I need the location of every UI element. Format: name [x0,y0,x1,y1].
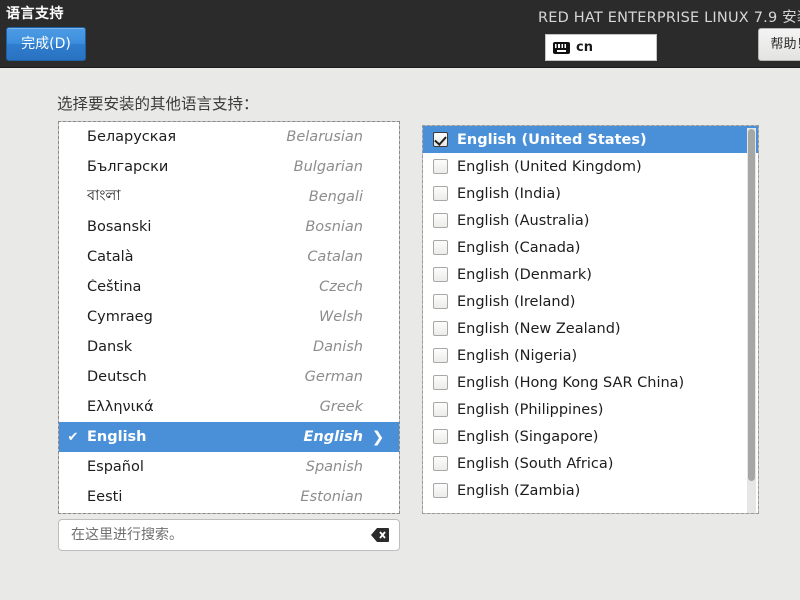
locale-row[interactable]: English (Denmark) [423,261,758,288]
locale-label: English (Hong Kong SAR China) [457,374,685,391]
locale-label: English (Denmark) [457,266,592,283]
language-row[interactable]: CymraegWelsh❯ [59,302,399,332]
language-row[interactable]: DanskDanish❯ [59,332,399,362]
language-row[interactable]: CatalàCatalan❯ [59,242,399,272]
locale-checkbox[interactable] [433,213,448,228]
locale-checkbox[interactable] [433,240,448,255]
chevron-right-icon: ❯ [371,428,385,446]
language-english-name: German [304,369,363,385]
language-native-name: Ελληνικά [87,399,154,415]
locale-row[interactable]: English (Singapore) [423,423,758,450]
locale-row[interactable]: English (Ireland) [423,288,758,315]
language-row[interactable]: ČeštinaCzech❯ [59,272,399,302]
locale-label: English (Zambia) [457,482,581,499]
language-english-name: Czech [319,279,363,295]
locale-label: English (Canada) [457,239,581,256]
locale-checkbox[interactable] [433,483,448,498]
product-brand-title: RED HAT ENTERPRISE LINUX 7.9 安装 [538,10,800,26]
locale-row[interactable]: English (Philippines) [423,396,758,423]
language-native-name: Español [87,459,144,475]
language-list[interactable]: БеларускаяBelarusian❯БългарскиBulgarian❯… [58,121,400,514]
language-row[interactable]: ✔ English English ❯ [59,422,399,452]
keyboard-layout-label: cn [576,40,593,55]
locale-label: English (United Kingdom) [457,158,642,175]
locale-checkbox[interactable] [433,132,448,147]
locale-label: English (Philippines) [457,401,604,418]
language-row[interactable]: ΕλληνικάGreek❯ [59,392,399,422]
locale-checkbox[interactable] [433,267,448,282]
locale-checkbox[interactable] [433,429,448,444]
page-title: 选择要安装的其他语言支持： [57,95,259,113]
locale-row[interactable]: English (New Zealand) [423,315,758,342]
language-native-name: Dansk [87,339,133,355]
language-search-box[interactable] [58,519,400,551]
language-english-name: Bengali [308,189,363,205]
locale-list-scrollbar-thumb[interactable] [748,129,755,481]
language-english-name: Welsh [318,309,363,325]
locale-list[interactable]: English (United States) English (United K… [422,125,759,514]
language-native-name: Bosanski [87,219,152,235]
language-row[interactable]: DeutschGerman❯ [59,362,399,392]
language-native-name: Deutsch [87,369,147,385]
language-english-name: Danish [312,339,363,355]
language-english-name: Estonian [300,489,363,505]
language-row[interactable]: BosanskiBosnian❯ [59,212,399,242]
locale-row[interactable]: English (United States) [423,126,758,153]
language-english-name: Bosnian [305,219,363,235]
language-native-name: Беларуская [87,129,177,145]
language-native-name: Català [87,249,134,265]
language-row[interactable]: БеларускаяBelarusian❯ [59,122,399,152]
language-row[interactable]: БългарскиBulgarian❯ [59,152,399,182]
locale-checkbox[interactable] [433,456,448,471]
language-english-name: Belarusian [286,129,363,145]
search-input[interactable] [59,527,371,543]
language-english-name: Greek [319,399,363,415]
locale-checkbox[interactable] [433,321,448,336]
keyboard-icon [553,41,570,54]
locale-checkbox[interactable] [433,186,448,201]
language-english-name: Catalan [307,249,363,265]
locale-checkbox[interactable] [433,348,448,363]
language-installed-check-icon: ✔ [67,429,79,445]
locale-label: English (Singapore) [457,428,599,445]
language-native-name: Български [87,159,169,175]
locale-row[interactable]: English (Nigeria) [423,342,758,369]
language-row[interactable]: বাংলাBengali❯ [59,182,399,212]
locale-label: English (Australia) [457,212,590,229]
spoke-title: 语言支持 [6,6,64,22]
language-english-name: English [303,429,363,445]
help-button[interactable]: 帮助！ [758,28,800,61]
language-native-name: English [87,429,147,445]
locale-checkbox[interactable] [433,159,448,174]
locale-row[interactable]: English (Australia) [423,207,758,234]
language-native-name: Cymraeg [87,309,153,325]
language-native-name: Eesti [87,489,123,505]
locale-checkbox[interactable] [433,294,448,309]
locale-row[interactable]: English (United Kingdom) [423,153,758,180]
locale-row[interactable]: English (Canada) [423,234,758,261]
locale-row[interactable]: English (Hong Kong SAR China) [423,369,758,396]
locale-label: English (New Zealand) [457,320,621,337]
installer-header: 语言支持 完成(D) RED HAT ENTERPRISE LINUX 7.9 … [0,0,800,68]
language-english-name: Spanish [305,459,363,475]
language-row[interactable]: EspañolSpanish❯ [59,452,399,482]
clear-text-icon[interactable] [371,528,389,542]
locale-row[interactable]: English (India) [423,180,758,207]
locale-label: English (India) [457,185,561,202]
locale-checkbox[interactable] [433,402,448,417]
locale-row[interactable]: English (Zambia) [423,477,758,504]
keyboard-layout-indicator[interactable]: cn [545,34,657,61]
language-english-name: Bulgarian [293,159,363,175]
locale-label: English (Nigeria) [457,347,578,364]
language-native-name: Čeština [87,279,142,295]
language-native-name: বাংলা [87,188,121,204]
locale-label: English (United States) [457,131,647,148]
locale-label: English (South Africa) [457,455,614,472]
locale-checkbox[interactable] [433,375,448,390]
done-button[interactable]: 完成(D) [6,27,86,61]
locale-row[interactable]: English (South Africa) [423,450,758,477]
locale-label: English (Ireland) [457,293,576,310]
language-row[interactable]: EestiEstonian❯ [59,482,399,512]
